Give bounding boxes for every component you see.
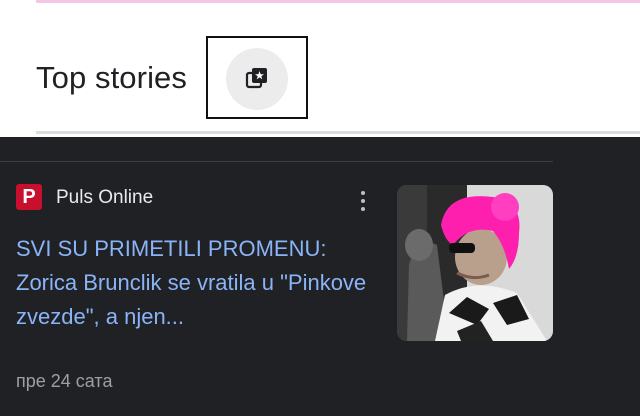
thumbnail-image (397, 185, 553, 341)
card-divider (0, 161, 553, 162)
news-card[interactable]: P Puls Online SVI SU PRIMETILI PROMENU: … (0, 137, 640, 416)
stories-icon (245, 68, 267, 89)
header-divider (36, 131, 640, 134)
source-name: Puls Online (56, 187, 154, 208)
source-logo-letter: P (22, 186, 36, 208)
source-logo-icon: P (16, 184, 42, 210)
section-title: Top stories (36, 60, 187, 95)
article-headline[interactable]: SVI SU PRIMETILI PROMENU: Zorica Bruncli… (16, 232, 386, 334)
stories-button[interactable] (226, 48, 288, 110)
more-options-button[interactable] (354, 189, 372, 213)
article-timestamp: пре 24 сата (16, 371, 113, 391)
article-thumbnail[interactable] (397, 185, 553, 341)
